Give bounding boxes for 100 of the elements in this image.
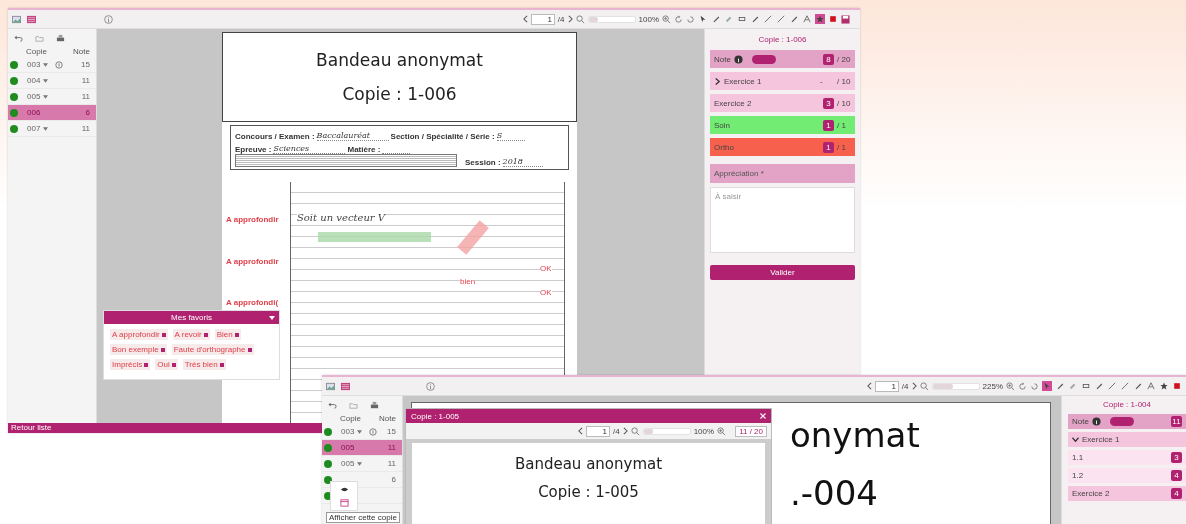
previous-page-button[interactable] (522, 15, 528, 23)
rotate-icon[interactable] (674, 14, 683, 24)
favorite-tag[interactable]: Bon exemple (110, 344, 167, 355)
annotation-comment[interactable]: A approfondir (226, 257, 279, 266)
favorites-header[interactable]: Mes favoris (104, 311, 279, 324)
annotation-tool[interactable] (737, 14, 747, 24)
caret-icon[interactable] (43, 126, 49, 131)
grade-row[interactable]: Note 8 / 20 (710, 50, 855, 68)
image-icon[interactable] (326, 381, 335, 391)
caret-icon[interactable] (43, 94, 49, 99)
zoom-in-icon[interactable] (662, 14, 671, 24)
calendar-icon[interactable] (339, 498, 349, 507)
page-input[interactable]: 1 (586, 425, 610, 437)
page-input[interactable]: 1 (874, 380, 899, 392)
annotation-tool[interactable] (763, 14, 773, 24)
next-page-button[interactable] (911, 382, 917, 390)
print-icon[interactable] (370, 401, 379, 410)
annotation-tool[interactable] (1120, 381, 1130, 391)
annotation-tool[interactable] (1094, 381, 1104, 391)
annotation-tool[interactable] (1172, 381, 1182, 391)
toggle-switch[interactable] (751, 54, 776, 64)
score-input[interactable]: 1 (823, 119, 834, 131)
score-input[interactable]: 1 (823, 141, 834, 153)
copy-row[interactable]: 005 11 (322, 456, 402, 472)
favorite-tag[interactable]: A revoir (172, 329, 210, 340)
next-page-button[interactable] (567, 15, 573, 23)
annotation-tool[interactable] (789, 14, 799, 24)
zoom-in-icon[interactable] (1006, 381, 1015, 391)
favorite-tag[interactable]: Très bien (182, 359, 226, 370)
zoom-out-icon[interactable] (919, 381, 929, 391)
list-icon[interactable] (27, 14, 36, 24)
zoom-slider-fill[interactable] (588, 16, 598, 22)
caret-icon[interactable] (269, 315, 275, 320)
caret-icon[interactable] (43, 78, 49, 83)
page-input[interactable]: 1 (530, 13, 555, 25)
copy-row[interactable]: 004 11 (8, 73, 96, 89)
zoom-out-icon[interactable] (630, 426, 640, 436)
grade-row[interactable]: Soin 1 / 1 (710, 116, 855, 134)
caret-icon[interactable] (357, 429, 363, 434)
copy-row[interactable]: 006 6 (8, 105, 96, 121)
eye-icon[interactable] (339, 485, 349, 494)
rotate-icon[interactable] (1018, 381, 1027, 391)
favorite-tag[interactable]: Oui (155, 359, 178, 370)
submit-button[interactable]: Valider (710, 265, 855, 280)
print-icon[interactable] (56, 34, 65, 43)
grade-row[interactable]: Exercice 2 4 (1068, 486, 1186, 501)
close-icon[interactable] (760, 413, 766, 419)
grade-row[interactable]: Exercice 2 3 / 10 (710, 94, 855, 112)
score-input[interactable]: 4 (1171, 488, 1182, 499)
copy-row[interactable]: 007 11 (8, 121, 96, 137)
score-input[interactable]: 4 (1171, 470, 1182, 481)
copy-row[interactable]: 005 11 (322, 440, 402, 456)
annotation-tool[interactable] (711, 14, 721, 24)
undo-icon[interactable] (1030, 381, 1039, 391)
info-icon[interactable] (733, 54, 743, 64)
score-input[interactable]: 8 (823, 53, 834, 65)
annotation-tool[interactable] (1081, 381, 1091, 391)
chevron-icon[interactable] (714, 77, 721, 85)
zoom-in-icon[interactable] (717, 426, 727, 436)
grade-row[interactable]: Ortho 1 / 1 (710, 138, 855, 156)
zoom-slider-fill[interactable] (932, 383, 954, 389)
grade-row[interactable]: 1.1 3 (1068, 450, 1186, 465)
annotation-tool[interactable] (1133, 381, 1143, 391)
info-icon[interactable] (1091, 417, 1101, 426)
grade-row[interactable]: Note 11 (1068, 414, 1186, 429)
annotation-comment[interactable]: A approfondir (226, 215, 279, 224)
comment-field[interactable]: À saisir (710, 187, 855, 253)
zoom-out-icon[interactable] (575, 14, 585, 24)
chevron-icon[interactable] (1072, 436, 1079, 443)
grade-row[interactable]: 1.2 4 (1068, 468, 1186, 483)
grade-row[interactable]: Exercice 1 (1068, 432, 1186, 447)
favorite-tag[interactable]: Bien (214, 329, 241, 340)
copy-row[interactable]: 003 15 (8, 57, 96, 73)
annotation-tool[interactable] (776, 14, 786, 24)
undo-icon[interactable] (328, 401, 337, 410)
favorite-tag[interactable]: A approfondir (110, 329, 168, 340)
previous-page-button[interactable] (578, 427, 583, 435)
favorite-tag[interactable]: Imprécis (110, 359, 151, 370)
annotation-comment[interactable]: A approfondi( (226, 298, 279, 307)
grade-select[interactable]: 11 / 20 (735, 425, 767, 437)
favorite-tag[interactable]: Faute d'orthographe (171, 344, 254, 355)
annotation-comment[interactable]: OK (540, 288, 552, 297)
next-page-button[interactable] (622, 427, 628, 435)
score-input[interactable]: 3 (1171, 452, 1182, 463)
score-input[interactable]: 3 (823, 97, 834, 109)
annotation-tool[interactable] (828, 14, 838, 24)
annotation-comment[interactable]: OK (540, 264, 552, 273)
previous-page-button[interactable] (866, 382, 872, 390)
annotation-tool[interactable] (1055, 381, 1065, 391)
undo-icon[interactable] (14, 34, 23, 43)
back-link[interactable]: Retour liste (8, 423, 52, 433)
annotation-tool[interactable] (1107, 381, 1117, 391)
toggle-switch[interactable] (1109, 417, 1134, 426)
score-input[interactable]: 11 (1171, 416, 1182, 427)
grade-row[interactable]: Exercice 1 - / 10 (710, 72, 855, 90)
caret-icon[interactable] (357, 461, 363, 466)
annotation-tool[interactable] (750, 14, 760, 24)
annotation-tool[interactable] (698, 14, 708, 24)
list-icon[interactable] (341, 381, 350, 391)
annotation-comment[interactable]: bien (460, 277, 476, 286)
